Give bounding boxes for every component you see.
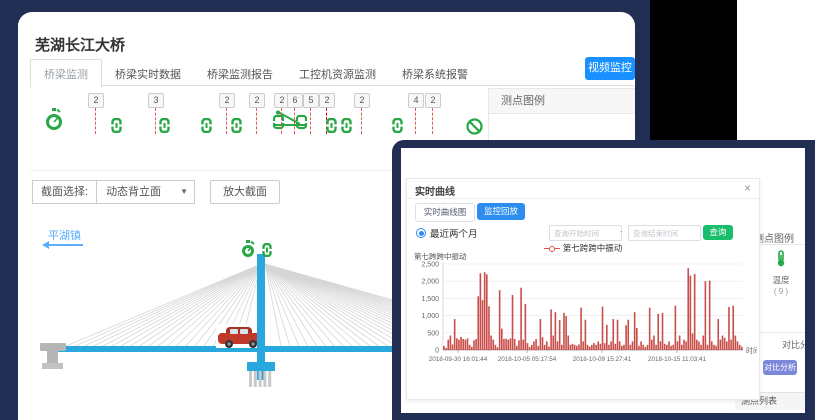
backdrop-white-region (737, 0, 815, 140)
legend-label: 第七跨跨中振动 (563, 243, 623, 253)
query-end-time-input[interactable] (628, 225, 701, 241)
front-app-window: 测点图例 温度 ( 9 ) 对比分析 对比分析 测点列表 实时曲线 × 实时曲线 (392, 140, 815, 420)
sensor-guide-line (95, 108, 96, 134)
sensor-count-badge[interactable]: 6 (287, 93, 303, 108)
temperature-count: ( 9 ) (757, 287, 805, 296)
thermometer-icon (775, 250, 787, 267)
section-select-value: 动态背立面 (106, 181, 161, 203)
svg-text:500: 500 (427, 330, 439, 337)
sensor-guide-line (415, 108, 416, 134)
chain-link-icon[interactable] (392, 118, 403, 133)
tab-monitor-playback[interactable]: 监控回放 (477, 203, 525, 220)
legend-panel-header: 测点图例 (489, 89, 635, 114)
side-legend-header: 测点图例 (757, 228, 805, 245)
caret-down-icon: ▼ (180, 181, 188, 203)
recent-two-months-radio[interactable] (416, 228, 426, 238)
divider (757, 332, 805, 333)
svg-text:2018-10-15 11:03:41: 2018-10-15 11:03:41 (648, 356, 707, 363)
chain-link-icon[interactable] (111, 118, 122, 133)
query-start-time-input[interactable] (549, 225, 622, 241)
compare-analysis-button[interactable]: 对比分析 (763, 360, 797, 375)
svg-text:0: 0 (435, 348, 439, 355)
front-window-content: 测点图例 温度 ( 9 ) 对比分析 对比分析 测点列表 实时曲线 × 实时曲线 (401, 148, 805, 413)
sensor-guide-line (281, 108, 282, 134)
vibration-chart: 0 500 1,000 1,500 2,000 2,500 2018-09-30 16:01… (409, 259, 757, 391)
sensor-guide-line (294, 108, 295, 134)
svg-text:时间: 时间 (746, 346, 757, 355)
sensor-count-badge[interactable]: 2 (425, 93, 441, 108)
sensor-guide-line (310, 108, 311, 134)
svg-text:2,500: 2,500 (421, 262, 439, 269)
legend-marker-icon (544, 248, 560, 249)
zoom-section-button[interactable]: 放大截面 (210, 180, 280, 204)
sensor-count-badge[interactable]: 2 (354, 93, 370, 108)
tab-realtime-curve[interactable]: 实时曲线图 (415, 203, 475, 222)
query-toolbar: 最近两个月 - 查询 (407, 225, 759, 241)
sensor-guide-line (432, 108, 433, 134)
temperature-legend-item[interactable]: 温度 ( 9 ) (757, 250, 805, 296)
chain-link-icon[interactable] (326, 118, 337, 133)
sensor-count-badge[interactable]: 2 (319, 93, 335, 108)
section-select-label: 截面选择: (32, 180, 97, 204)
svg-text:1,000: 1,000 (421, 313, 439, 320)
svg-text:2018-10-09 15:27:41: 2018-10-09 15:27:41 (573, 356, 632, 363)
sensor-guide-line (226, 108, 227, 134)
sensor-count-badge[interactable]: 2 (219, 93, 235, 108)
modal-title: 实时曲线 (415, 183, 455, 198)
sensor-count-badge[interactable]: 4 (408, 93, 424, 108)
temperature-label: 温度 (757, 274, 805, 286)
desktop-canvas: { "colors":{"navy":"#232e55","accent_blu… (0, 0, 815, 420)
sensor-guide-line (361, 108, 362, 134)
chain-link-icon[interactable] (159, 118, 170, 133)
gauge-icon[interactable] (44, 108, 64, 132)
sensor-count-badge[interactable]: 5 (303, 93, 319, 108)
svg-text:1,500: 1,500 (421, 296, 439, 303)
chain-link-icon[interactable] (341, 118, 352, 133)
beam-sensor-icon[interactable] (272, 110, 308, 132)
sensor-count-badge[interactable]: 3 (148, 93, 164, 108)
range-separator: - (620, 227, 623, 236)
chain-link-icon[interactable] (231, 118, 242, 133)
close-icon[interactable]: × (744, 181, 751, 195)
svg-text:2018-10-05 05:17:54: 2018-10-05 05:17:54 (498, 356, 557, 363)
sensor-guide-line (256, 108, 257, 134)
sensor-count-badge[interactable]: 2 (249, 93, 265, 108)
svg-text:2,000: 2,000 (421, 279, 439, 286)
backdrop-black-region (650, 0, 737, 140)
recent-two-months-label: 最近两个月 (430, 226, 478, 240)
section-toolbar: 截面选择: 动态背立面 ▼ 放大截面 (32, 180, 280, 204)
query-button[interactable]: 查询 (703, 225, 733, 240)
section-select-dropdown[interactable]: 动态背立面 ▼ (97, 180, 195, 204)
realtime-curve-modal: 实时曲线 × 实时曲线图 监控回放 最近两个月 - 查询 第七跨跨中振动 第七跨… (406, 178, 760, 400)
ban-icon[interactable] (466, 118, 483, 135)
svg-text:2018-09-30 16:01:44: 2018-09-30 16:01:44 (429, 356, 488, 363)
modal-header: 实时曲线 × (407, 179, 759, 199)
sensor-count-badge[interactable]: 2 (88, 93, 104, 108)
measurement-side-panel: 测点图例 温度 ( 9 ) 对比分析 对比分析 测点列表 (757, 148, 805, 413)
analysis-section-header: 对比分析 (782, 338, 805, 351)
chain-link-icon[interactable] (201, 118, 212, 133)
sensor-guide-line (155, 108, 156, 134)
